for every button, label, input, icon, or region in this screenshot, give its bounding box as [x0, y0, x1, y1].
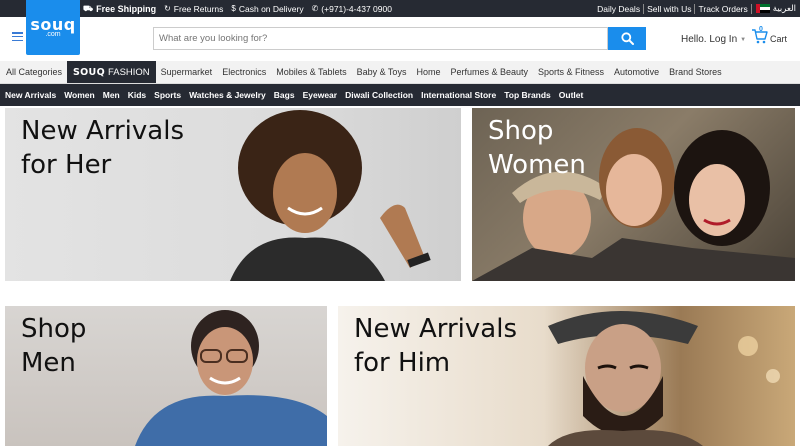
subnav-men[interactable]: Men	[99, 90, 124, 100]
category-automotive[interactable]: Automotive	[609, 61, 664, 83]
category-electronics[interactable]: Electronics	[217, 61, 271, 83]
subnav-watches-jewelry[interactable]: Watches & Jewelry	[185, 90, 270, 100]
cash-on-delivery-label: Cash on Delivery	[238, 3, 304, 14]
category-supermarket[interactable]: Supermarket	[156, 61, 218, 83]
fashion-brand: SOUQ	[73, 66, 105, 78]
category-souq-fashion[interactable]: SOUQ FASHION	[67, 61, 156, 83]
account-menu[interactable]: Hello. Log In ▼	[681, 34, 746, 45]
phone-info: ✆ (+971)-4-437 0900	[312, 4, 392, 14]
category-home[interactable]: Home	[411, 61, 445, 83]
cart-label: Cart	[770, 34, 788, 44]
category-all[interactable]: All Categories	[0, 61, 67, 83]
subnav-sports[interactable]: Sports	[150, 90, 185, 100]
banner-new-arrivals-her[interactable]: New Arrivals for Her	[5, 108, 461, 281]
banner-shop-men[interactable]: Shop Men	[5, 306, 327, 446]
subnav-bags[interactable]: Bags	[270, 90, 299, 100]
returns-icon: ↻	[164, 4, 171, 13]
fashion-sub-nav: New Arrivals Women Men Kids Sports Watch…	[0, 84, 800, 106]
souq-logo[interactable]: souq .com	[26, 0, 80, 55]
free-returns-label: Free Returns	[173, 3, 224, 14]
subnav-kids[interactable]: Kids	[124, 90, 150, 100]
subnav-new-arrivals[interactable]: New Arrivals	[0, 90, 60, 100]
banner-title: Shop Men	[21, 314, 87, 378]
banner-title: New Arrivals for Him	[354, 314, 517, 378]
search-input[interactable]	[154, 28, 607, 49]
chevron-down-icon: ▼	[740, 36, 747, 43]
top-utility-bar: ⛟ Free Shipping ↻ Free Returns $ Cash on…	[0, 0, 800, 17]
free-shipping-info: ⛟ Free Shipping	[83, 4, 156, 14]
subnav-women[interactable]: Women	[60, 90, 99, 100]
banner-shop-women[interactable]: Shop Women	[472, 108, 795, 281]
model-man-hat-image	[548, 311, 780, 446]
dollar-icon: $	[231, 4, 236, 13]
uae-flag-icon[interactable]	[755, 4, 770, 13]
truck-icon: ⛟	[83, 3, 94, 13]
free-returns-info: ↻ Free Returns	[164, 4, 223, 14]
track-orders-link[interactable]: Track Orders	[695, 3, 752, 14]
language-switch[interactable]: العربية	[773, 3, 796, 14]
promo-banners: New Arrivals for Her Shop Women Shop Men	[0, 106, 800, 446]
cart-button[interactable]: 0 Cart	[751, 26, 788, 44]
category-brand-stores[interactable]: Brand Stores	[664, 61, 727, 83]
banner-new-arrivals-him[interactable]: New Arrivals for Him	[338, 306, 795, 446]
category-nav: All Categories SOUQ FASHION Supermarket …	[0, 61, 800, 84]
category-mobiles-tablets[interactable]: Mobiles & Tablets	[271, 61, 351, 83]
phone-icon: ✆	[311, 4, 319, 13]
search-icon	[620, 32, 634, 45]
model-man-image	[135, 310, 327, 446]
search-bar[interactable]	[153, 27, 608, 50]
category-baby-toys[interactable]: Baby & Toys	[352, 61, 412, 83]
cart-count: 0	[759, 26, 763, 33]
subnav-international-store[interactable]: International Store	[417, 90, 500, 100]
free-shipping-label: Free Shipping	[96, 3, 157, 14]
fashion-label: FASHION	[107, 66, 150, 78]
subnav-diwali-collection[interactable]: Diwali Collection	[341, 90, 417, 100]
phone-number: (+971)-4-437 0900	[321, 3, 392, 14]
banner-title: New Arrivals for Her	[21, 116, 184, 180]
category-sports-fitness[interactable]: Sports & Fitness	[533, 61, 609, 83]
banner-title: Shop Women	[488, 116, 586, 180]
menu-icon[interactable]	[12, 32, 23, 41]
search-button[interactable]	[608, 27, 646, 50]
model-woman-image	[230, 110, 431, 281]
subnav-outlet[interactable]: Outlet	[555, 90, 588, 100]
sell-with-us-link[interactable]: Sell with Us	[644, 3, 696, 14]
cash-on-delivery-info: $ Cash on Delivery	[231, 4, 303, 14]
account-label: Hello. Log In	[681, 34, 738, 45]
subnav-eyewear[interactable]: Eyewear	[299, 90, 342, 100]
daily-deals-link[interactable]: Daily Deals	[594, 3, 645, 14]
category-perfumes-beauty[interactable]: Perfumes & Beauty	[445, 61, 533, 83]
subnav-top-brands[interactable]: Top Brands	[500, 90, 555, 100]
